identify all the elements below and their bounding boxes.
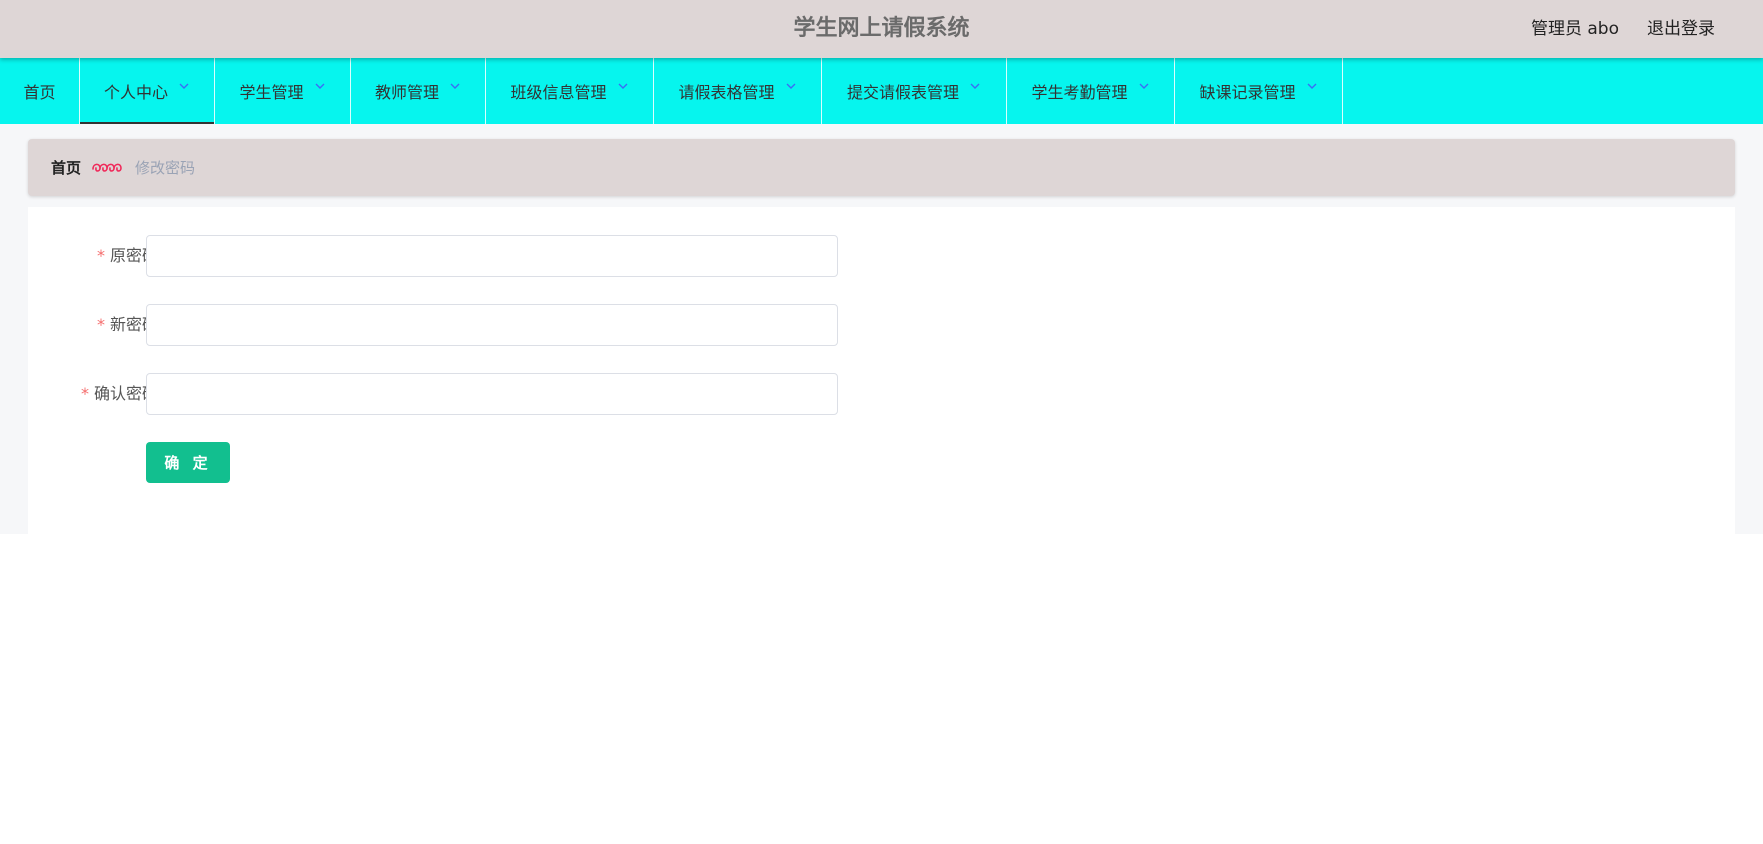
- form-row-old-password: * 原密码: [28, 235, 848, 277]
- chevron-down-icon: [449, 80, 461, 92]
- chevron-down-icon: [1138, 80, 1150, 92]
- nav-item-label: 班级信息管理: [510, 83, 607, 102]
- current-user-label: 管理员 abo: [1530, 19, 1619, 39]
- nav-item-absence-record-management[interactable]: 缺课记录管理: [1175, 58, 1343, 124]
- new-password-input[interactable]: [146, 304, 838, 346]
- nav-item-leave-form-management[interactable]: 请假表格管理: [654, 58, 822, 124]
- required-mark: *: [96, 246, 105, 265]
- nav-item-label: 缺课记录管理: [1199, 83, 1296, 102]
- breadcrumb-current: 修改密码: [135, 159, 196, 177]
- chevron-down-icon: [617, 80, 629, 92]
- nav-item-label: 请假表格管理: [678, 83, 775, 102]
- change-password-form: * 原密码 * 新密码 * 确认密码 确 定: [28, 207, 1735, 534]
- user-area: 管理员 abo 退出登录: [1531, 0, 1715, 58]
- chevron-down-icon: [785, 80, 797, 92]
- nav-item-submitted-leave-management[interactable]: 提交请假表管理: [822, 58, 1007, 124]
- nav-item-personal-center[interactable]: 个人中心: [80, 58, 215, 124]
- form-row-new-password: * 新密码: [28, 304, 848, 346]
- nav-item-label: 个人中心: [103, 83, 168, 102]
- confirm-button[interactable]: 确 定: [146, 442, 230, 483]
- chevron-down-icon: [178, 80, 190, 92]
- nav-item-student-management[interactable]: 学生管理: [215, 58, 351, 124]
- breadcrumb-home-link[interactable]: 首页: [51, 157, 81, 178]
- required-mark: *: [80, 384, 89, 403]
- logout-link[interactable]: 退出登录: [1647, 0, 1715, 58]
- form-row-confirm-password: * 确认密码: [28, 373, 848, 415]
- breadcrumb: 首页 修改密码: [28, 139, 1735, 196]
- decorative-swirl-icon: [91, 160, 125, 176]
- nav-item-label: 教师管理: [374, 83, 439, 102]
- top-header: 学生网上请假系统 管理员 abo 退出登录: [0, 0, 1763, 58]
- app-title: 学生网上请假系统: [793, 16, 970, 41]
- chevron-down-icon: [1306, 80, 1318, 92]
- nav-item-label: 提交请假表管理: [846, 83, 959, 102]
- nav-item-label: 学生管理: [239, 83, 304, 102]
- nav-item-home[interactable]: 首页: [0, 58, 80, 124]
- nav-item-attendance-management[interactable]: 学生考勤管理: [1007, 58, 1175, 124]
- main-nav: 首页 个人中心 学生管理 教师管理 班级信息管理 请假表格管理 提交请假表管理 …: [0, 58, 1763, 124]
- nav-item-class-info-management[interactable]: 班级信息管理: [486, 58, 654, 124]
- nav-item-teacher-management[interactable]: 教师管理: [351, 58, 486, 124]
- chevron-down-icon: [969, 80, 981, 92]
- required-mark: *: [96, 315, 105, 334]
- confirm-password-input[interactable]: [146, 373, 838, 415]
- old-password-input[interactable]: [146, 235, 838, 277]
- nav-item-label: 学生考勤管理: [1031, 83, 1128, 102]
- chevron-down-icon: [314, 80, 326, 92]
- nav-item-label: 首页: [23, 83, 56, 102]
